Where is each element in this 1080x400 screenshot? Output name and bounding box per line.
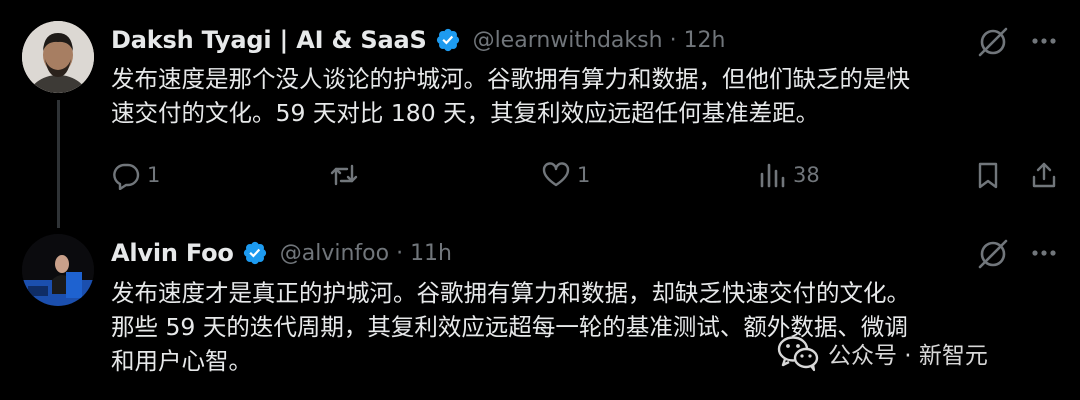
more-options-icon[interactable]: [1030, 29, 1058, 53]
tweet-text-line: 发布速度才是真正的护城河。谷歌拥有算力和数据，却缺乏快速交付的文化。: [111, 279, 910, 307]
heart-icon: [542, 162, 570, 187]
timestamp[interactable]: 12h: [684, 28, 726, 53]
tweet-text-line: 发布速度是那个没人谈论的护城河。谷歌拥有算力和数据，但他们缺乏的是快: [111, 65, 910, 93]
timestamp[interactable]: 11h: [410, 241, 452, 266]
author-name[interactable]: Daksh Tyagi | AI & SaaS: [111, 26, 427, 54]
like-count: 1: [577, 163, 591, 187]
author-name[interactable]: Alvin Foo: [111, 239, 234, 267]
verified-badge-icon: [243, 241, 266, 265]
like-button[interactable]: 1: [541, 158, 590, 192]
share-button[interactable]: [1029, 158, 1059, 192]
thread-line: [57, 100, 60, 228]
bookmark-icon: [978, 162, 998, 189]
reply-button[interactable]: 1: [111, 158, 160, 192]
wechat-icon: [777, 336, 819, 372]
reply-count: 1: [147, 163, 161, 187]
view-count: 38: [793, 163, 820, 187]
analytics-icon: [760, 163, 785, 188]
more-options-icon[interactable]: [1030, 241, 1058, 265]
tweet-text-line: 速交付的文化。59 天对比 180 天，其复利效应远超任何基准差距。: [111, 99, 820, 127]
share-icon: [1032, 162, 1056, 188]
grok-icon[interactable]: [977, 238, 1009, 270]
watermark-text: 公众号 · 新智元: [828, 343, 988, 369]
tweet-header: Alvin Foo @alvinfoo · 11h: [111, 236, 452, 270]
reply-icon: [113, 163, 140, 190]
author-handle[interactable]: @alvinfoo: [280, 241, 389, 266]
wechat-watermark: 公众号 · 新智元: [776, 333, 988, 373]
separator-dot: ·: [396, 240, 404, 266]
views-button[interactable]: 38: [757, 158, 820, 192]
avatar[interactable]: [22, 21, 94, 93]
repost-button[interactable]: [329, 158, 365, 192]
action-bar: 1 1 38: [111, 158, 1061, 192]
tweet-text: 发布速度是那个没人谈论的护城河。谷歌拥有算力和数据，但他们缺乏的是快 速交付的文…: [111, 62, 1061, 130]
grok-icon[interactable]: [977, 26, 1009, 58]
author-handle[interactable]: @learnwithdaksh: [473, 28, 663, 53]
repost-icon: [330, 164, 358, 186]
tweet-header: Daksh Tyagi | AI & SaaS @learnwithdaksh …: [111, 23, 726, 57]
verified-badge-icon: [436, 28, 459, 52]
bookmark-button[interactable]: [973, 158, 1003, 192]
avatar[interactable]: [22, 234, 94, 306]
tweet-daksh[interactable]: Daksh Tyagi | AI & SaaS @learnwithdaksh …: [0, 0, 1080, 228]
separator-dot: ·: [669, 27, 677, 53]
